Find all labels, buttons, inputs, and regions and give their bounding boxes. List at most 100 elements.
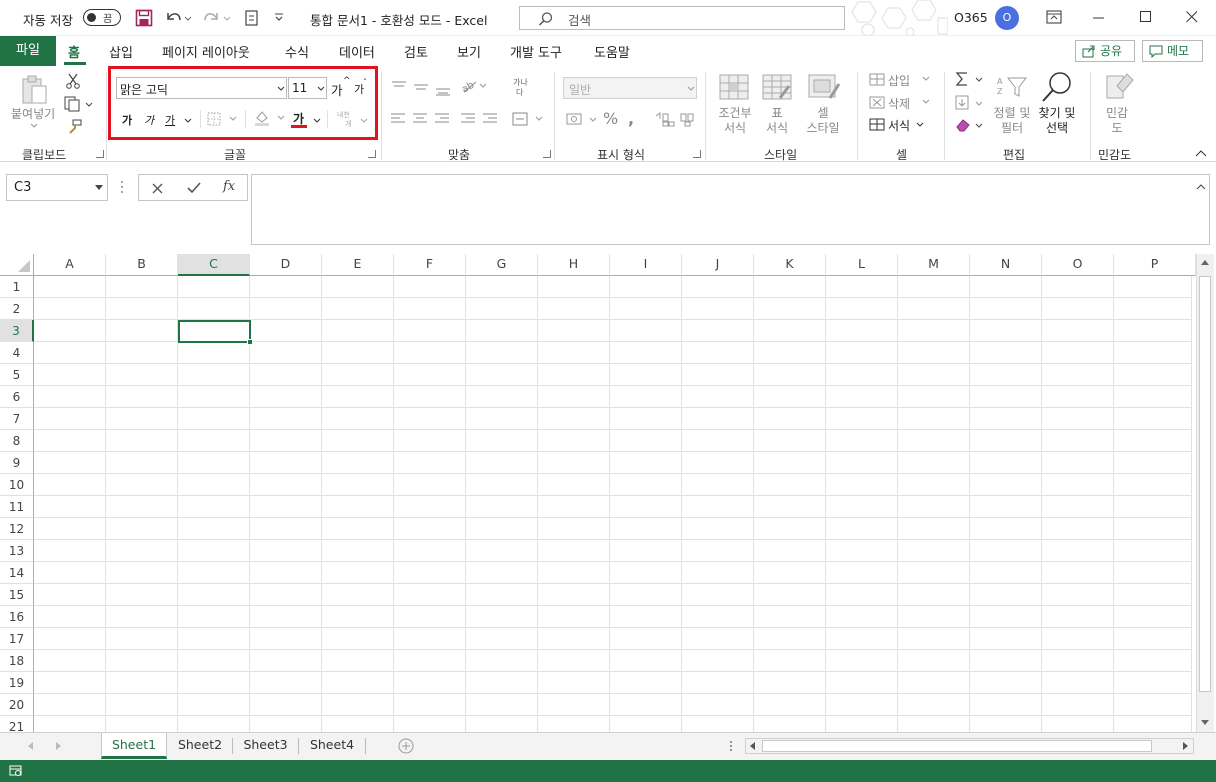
tab-view[interactable]: 보기 <box>457 42 481 61</box>
column-header-g[interactable]: G <box>466 254 538 276</box>
format-painter-icon[interactable] <box>66 119 82 135</box>
column-header-k[interactable]: K <box>754 254 826 276</box>
delete-cells-icon[interactable] <box>869 96 887 110</box>
sheet-tab[interactable]: Sheet1 <box>101 733 167 759</box>
expand-formula-icon[interactable] <box>1196 183 1206 190</box>
column-header-f[interactable]: F <box>394 254 466 276</box>
scroll-left-icon[interactable] <box>750 742 756 750</box>
column-header-p[interactable]: P <box>1114 254 1196 276</box>
row-header-4[interactable]: 4 <box>0 342 34 364</box>
fill-handle[interactable] <box>247 339 253 345</box>
font-launcher-icon[interactable] <box>368 150 376 158</box>
number-launcher-icon[interactable] <box>693 150 701 158</box>
cancel-entry-icon[interactable] <box>152 183 163 194</box>
tab-home[interactable]: 홈 <box>68 42 80 61</box>
row-header-14[interactable]: 14 <box>0 562 34 584</box>
row-header-15[interactable]: 15 <box>0 584 34 606</box>
tab-file[interactable]: 파일 <box>0 36 56 66</box>
row-header-21[interactable]: 21 <box>0 716 34 732</box>
increase-decimal-icon[interactable] <box>655 111 699 127</box>
row-header-11[interactable]: 11 <box>0 496 34 518</box>
row-header-17[interactable]: 17 <box>0 628 34 650</box>
merge-center-icon[interactable] <box>512 112 544 126</box>
vertical-scrollbar[interactable] <box>1196 254 1214 732</box>
prev-sheet-icon[interactable] <box>28 742 34 750</box>
close-icon[interactable] <box>1186 11 1198 23</box>
column-header-i[interactable]: I <box>610 254 682 276</box>
autosum-icon[interactable] <box>955 71 985 87</box>
cell-mode-icon[interactable] <box>9 765 23 777</box>
select-all-corner[interactable] <box>0 254 34 276</box>
delete-cells-label[interactable]: 삭제 <box>888 95 910 112</box>
row-header-18[interactable]: 18 <box>0 650 34 672</box>
copy-icon[interactable] <box>64 96 94 112</box>
align-top-icon[interactable] <box>391 80 453 96</box>
form-icon[interactable] <box>244 9 260 27</box>
tab-review[interactable]: 검토 <box>404 42 428 61</box>
insert-cells-icon[interactable] <box>869 73 887 87</box>
ribbon-display-icon[interactable] <box>1046 10 1062 24</box>
column-header-o[interactable]: O <box>1042 254 1114 276</box>
minimize-icon[interactable] <box>1093 17 1105 19</box>
wrap-text-button[interactable]: 가나 <box>513 78 528 87</box>
row-header-3[interactable]: 3 <box>0 320 34 342</box>
h-scroll-thumb[interactable] <box>762 740 1152 752</box>
tab-help[interactable]: 도움말 <box>594 42 630 61</box>
avatar[interactable]: O <box>995 6 1019 30</box>
tab-page-layout[interactable]: 페이지 레이아웃 <box>162 42 250 61</box>
percent-style-button[interactable]: % <box>603 109 618 128</box>
find-select-label[interactable]: 찾기 및 선택 <box>1035 106 1079 136</box>
row-header-6[interactable]: 6 <box>0 386 34 408</box>
format-as-table-icon[interactable] <box>762 74 792 102</box>
column-header-a[interactable]: A <box>34 254 106 276</box>
scroll-down-icon[interactable] <box>1201 720 1209 726</box>
name-box[interactable]: C3 <box>6 174 108 201</box>
add-sheet-icon[interactable] <box>398 738 414 754</box>
sheet-tab[interactable]: Sheet4 <box>299 733 365 759</box>
number-format-select[interactable]: 일반 <box>563 77 697 99</box>
sort-filter-icon[interactable]: AZ <box>996 74 1028 102</box>
tab-split-handle-icon[interactable] <box>729 740 733 752</box>
search-box[interactable]: 검색 <box>519 6 845 30</box>
paste-label[interactable]: 붙여넣기 <box>11 107 55 122</box>
fill-icon[interactable] <box>955 95 985 111</box>
clipboard-launcher-icon[interactable] <box>96 150 104 158</box>
paste-dropdown-icon[interactable] <box>30 123 38 129</box>
row-header-1[interactable]: 1 <box>0 276 34 298</box>
horizontal-scrollbar[interactable] <box>745 738 1194 754</box>
active-cell[interactable] <box>178 320 253 345</box>
tab-formulas[interactable]: 수식 <box>285 42 309 61</box>
sheet-tab[interactable]: Sheet3 <box>233 733 298 759</box>
row-header-10[interactable]: 10 <box>0 474 34 496</box>
format-cells-label[interactable]: 서식 <box>888 117 910 134</box>
customize-toolbar-icon[interactable] <box>273 11 285 23</box>
row-header-5[interactable]: 5 <box>0 364 34 386</box>
column-header-e[interactable]: E <box>322 254 394 276</box>
paste-icon[interactable] <box>20 74 50 106</box>
conditional-formatting-label[interactable]: 조건부 서식 <box>716 106 754 136</box>
cut-icon[interactable] <box>66 73 80 89</box>
column-header-c[interactable]: C <box>178 254 250 276</box>
save-icon[interactable] <box>135 9 153 27</box>
format-as-table-label[interactable]: 표 서식 <box>757 106 797 136</box>
insert-cells-label[interactable]: 삽입 <box>888 72 910 89</box>
scroll-thumb[interactable] <box>1199 276 1211 692</box>
clear-icon[interactable] <box>955 117 985 133</box>
row-header-16[interactable]: 16 <box>0 606 34 628</box>
comments-button[interactable]: 메모 <box>1142 40 1203 62</box>
find-select-icon[interactable] <box>1040 70 1074 104</box>
undo-icon[interactable] <box>164 9 192 27</box>
row-header-13[interactable]: 13 <box>0 540 34 562</box>
tab-data[interactable]: 데이터 <box>339 42 375 61</box>
sort-filter-label[interactable]: 정렬 및 필터 <box>990 106 1034 136</box>
orientation-icon[interactable]: ab <box>460 78 488 94</box>
autosave-toggle[interactable]: 끔 <box>83 9 121 26</box>
column-header-n[interactable]: N <box>970 254 1042 276</box>
sheet-tab[interactable]: Sheet2 <box>168 733 232 759</box>
share-button[interactable]: 공유 <box>1075 40 1135 62</box>
cell-styles-icon[interactable] <box>808 74 842 102</box>
maximize-icon[interactable] <box>1140 11 1152 23</box>
row-header-12[interactable]: 12 <box>0 518 34 540</box>
alignment-launcher-icon[interactable] <box>543 150 551 158</box>
column-header-b[interactable]: B <box>106 254 178 276</box>
